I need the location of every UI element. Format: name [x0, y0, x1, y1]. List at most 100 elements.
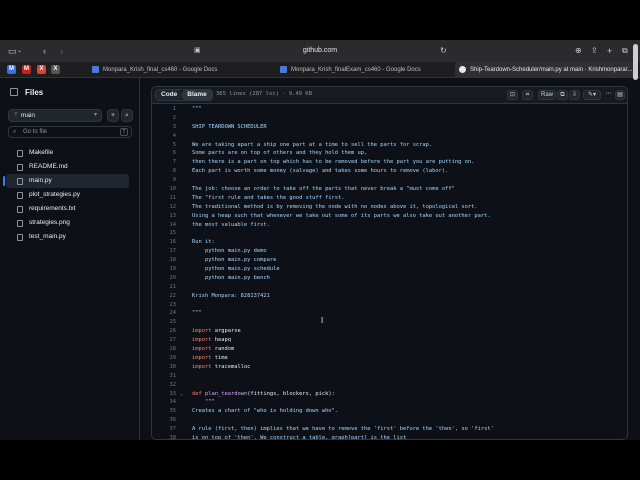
pinned-tab-1[interactable]: M: [7, 65, 16, 74]
line-number[interactable]: 23: [152, 301, 177, 310]
line-number[interactable]: 33: [152, 390, 177, 399]
line-number[interactable]: 24: [152, 309, 177, 318]
line-text: import argparse: [192, 327, 241, 336]
line-text: import tracemalloc: [192, 363, 250, 372]
tab-google-docs-1[interactable]: Monpara_Krish_final_cs460 - Google Docs: [92, 62, 272, 78]
tab-grid-icon[interactable]: ⧉: [622, 45, 628, 57]
file-item-readme[interactable]: README.md: [0, 160, 139, 174]
code-line: 5 We are taking apart a ship one part at …: [152, 141, 622, 150]
line-text: Run it:: [192, 238, 215, 247]
line-number[interactable]: 26: [152, 327, 177, 336]
line-number[interactable]: 16: [152, 238, 177, 247]
code-token: The "first rule and takes the good stuff…: [192, 194, 345, 201]
line-number[interactable]: 25: [152, 318, 177, 327]
symbols-panel-icon[interactable]: ▤: [615, 90, 625, 100]
line-number[interactable]: 15: [152, 229, 177, 238]
line-number[interactable]: 30: [152, 363, 177, 372]
line-number[interactable]: 13: [152, 212, 177, 221]
tab-google-docs-2[interactable]: Monpara_Krish_finalExam_cs460 - Google D…: [280, 62, 455, 78]
code-line: 2: [152, 114, 622, 123]
reload-icon[interactable]: ↻: [440, 45, 447, 57]
line-number[interactable]: 18: [152, 256, 177, 265]
search-button[interactable]: ⌕: [121, 109, 133, 122]
code-line: 20 python main.py bench: [152, 274, 622, 283]
line-number[interactable]: 7: [152, 158, 176, 167]
code-token: the most valuable first.: [192, 221, 270, 228]
file-item-strategies-png[interactable]: strategies.png: [0, 216, 139, 230]
line-number[interactable]: 28: [152, 345, 177, 354]
fold-chevron-icon[interactable]: ⌄: [180, 390, 183, 399]
file-tree: Makefile README.md main.py plot_strategi…: [0, 146, 139, 244]
line-number[interactable]: 10: [152, 185, 177, 194]
tab-code[interactable]: Code: [156, 90, 183, 100]
line-number[interactable]: 31: [152, 372, 177, 381]
pinned-tab-4[interactable]: X: [51, 65, 60, 74]
code-line: 11 The "first rule and takes the good stu…: [152, 194, 622, 203]
branch-selector[interactable]: ᛘ main ▾: [8, 109, 102, 122]
more-icon[interactable]: ⋯: [604, 90, 613, 100]
line-number[interactable]: 21: [152, 283, 177, 292]
code-token: Creates a chart of "who is holding down …: [192, 408, 339, 415]
line-number[interactable]: 37: [152, 425, 177, 434]
pinned-tab-3[interactable]: X: [37, 65, 46, 74]
file-item-test-main[interactable]: test_main.py: [0, 230, 139, 244]
page-scrollbar[interactable]: [633, 44, 638, 80]
tab-blame[interactable]: Blame: [182, 90, 212, 100]
add-file-button[interactable]: +: [107, 109, 119, 122]
line-number[interactable]: 1: [152, 105, 176, 114]
panel-toggle-icon[interactable]: [10, 88, 18, 96]
code-line: 34 """: [152, 398, 622, 407]
line-number[interactable]: 11: [152, 194, 177, 203]
address-bar[interactable]: github.com: [0, 45, 640, 57]
code-line: 28 import random: [152, 345, 622, 354]
file-item-requirements[interactable]: requirements.txt: [0, 202, 139, 216]
line-number[interactable]: 36: [152, 416, 177, 425]
line-number[interactable]: 22: [152, 292, 177, 301]
copy-icon[interactable]: ⧉: [557, 90, 568, 100]
code-line: 33 ⌄ def plan_teardown(fittings, blockers,…: [152, 390, 622, 399]
code-line: 31: [152, 372, 622, 381]
line-number[interactable]: 17: [152, 247, 177, 256]
line-number[interactable]: 20: [152, 274, 177, 283]
file-item-main-py[interactable]: main.py: [3, 174, 129, 188]
code-line: 35 Creates a chart of "who is holding dow…: [152, 407, 622, 416]
pinned-tab-2[interactable]: M: [22, 65, 31, 74]
download-icon[interactable]: ⇩: [569, 90, 580, 100]
line-text: """: [192, 398, 215, 407]
line-number[interactable]: 3: [152, 123, 176, 132]
file-icon: [17, 164, 23, 171]
share-icon[interactable]: ⇪: [591, 45, 598, 57]
code-token: python main.py schedule: [192, 266, 280, 273]
edit-icon[interactable]: ✎▾: [583, 90, 601, 100]
line-text: Krish Monpara: 828137421: [192, 292, 270, 301]
line-number[interactable]: 34: [152, 398, 177, 407]
line-number[interactable]: 5: [152, 141, 176, 150]
line-number[interactable]: 29: [152, 354, 177, 363]
line-number[interactable]: 9: [152, 176, 176, 185]
go-to-file-input[interactable]: ⌕ Go to file T: [8, 126, 132, 138]
download-icon[interactable]: ⊕: [575, 45, 582, 57]
raw-button[interactable]: Raw: [538, 90, 556, 100]
line-number[interactable]: 27: [152, 336, 177, 345]
copilot-icon[interactable]: ⊡: [507, 90, 518, 100]
code-token: python main.py demo: [192, 248, 267, 255]
line-number[interactable]: 6: [152, 149, 176, 158]
line-number[interactable]: 8: [152, 167, 176, 176]
code-line: 3 SHIP TEARDOWN SCHEDULER: [152, 123, 622, 132]
line-number[interactable]: 32: [152, 381, 177, 390]
new-tab-icon[interactable]: +: [607, 45, 612, 57]
keyword-token: import: [192, 354, 212, 361]
file-item-makefile[interactable]: Makefile: [0, 146, 139, 160]
code-line: 23: [152, 301, 622, 310]
code-icon[interactable]: ⌗: [522, 90, 533, 100]
line-number[interactable]: 19: [152, 265, 177, 274]
line-number[interactable]: 12: [152, 203, 177, 212]
code-line: 7 then there is a part on top which has t…: [152, 158, 622, 167]
line-number[interactable]: 35: [152, 407, 177, 416]
tab-github-active[interactable]: Ship-Teardown-Scheduler/main.py at main …: [455, 62, 635, 78]
code-line: 25: [152, 318, 622, 327]
line-number[interactable]: 14: [152, 221, 177, 230]
line-number[interactable]: 4: [152, 132, 176, 141]
file-item-plot-strategies[interactable]: plot_strategies.py: [0, 188, 139, 202]
line-number[interactable]: 2: [152, 114, 176, 123]
